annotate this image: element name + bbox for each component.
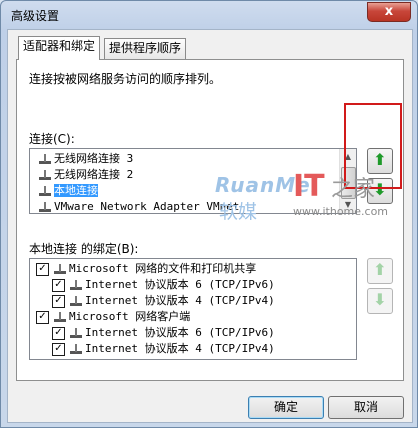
bindings-list[interactable]: ✓ Microsoft 网络的文件和打印机共享 ✓ Internet 协议版本 6 … bbox=[29, 258, 357, 360]
network-service-icon bbox=[53, 263, 67, 275]
binding-move-down-button[interactable]: ⬇ bbox=[367, 288, 393, 314]
network-adapter-icon bbox=[38, 185, 52, 197]
dialog-client-area: 适配器和绑定 提供程序顺序 连接按被网络服务访问的顺序排列。 连接(C): 无线… bbox=[7, 29, 413, 423]
binding-item[interactable]: ✓ Microsoft 网络的文件和打印机共享 bbox=[36, 261, 256, 277]
binding-move-up-button[interactable]: ⬆ bbox=[367, 258, 393, 284]
checkbox-checked[interactable]: ✓ bbox=[52, 278, 65, 292]
cancel-button[interactable]: 取消 bbox=[328, 396, 404, 419]
network-adapter-icon bbox=[38, 153, 52, 165]
watermark-url: www.ithome.com bbox=[293, 205, 389, 218]
checkbox-checked[interactable]: ✓ bbox=[52, 294, 65, 308]
binding-item[interactable]: ✓ Microsoft 网络客户端 bbox=[36, 309, 190, 325]
advanced-settings-window: 高级设置 x 适配器和绑定 提供程序顺序 连接按被网络服务访问的顺序排列。 连接… bbox=[0, 0, 418, 428]
network-adapter-icon bbox=[38, 201, 52, 213]
watermark-brand-cn: 软媒 bbox=[219, 201, 258, 223]
binding-item[interactable]: ✓ Internet 协议版本 4 (TCP/IPv4) bbox=[52, 341, 275, 357]
connections-label: 连接(C): bbox=[29, 132, 75, 146]
protocol-icon bbox=[69, 343, 83, 355]
description-text: 连接按被网络服务访问的顺序排列。 bbox=[29, 72, 222, 86]
close-button[interactable]: x bbox=[367, 2, 411, 22]
checkbox-checked[interactable]: ✓ bbox=[52, 342, 65, 356]
network-client-icon bbox=[53, 311, 67, 323]
bindings-label: 本地连接 的绑定(B): bbox=[29, 242, 139, 256]
protocol-icon bbox=[69, 327, 83, 339]
binding-item[interactable]: ✓ Internet 协议版本 4 (TCP/IPv4) bbox=[52, 293, 275, 309]
network-adapter-icon bbox=[38, 169, 52, 181]
checkbox-checked[interactable]: ✓ bbox=[52, 326, 65, 340]
watermark-it-logo: IT bbox=[293, 169, 325, 204]
window-title: 高级设置 bbox=[11, 9, 60, 23]
checkbox-checked[interactable]: ✓ bbox=[36, 310, 49, 324]
ok-button[interactable]: 确定 bbox=[248, 396, 324, 419]
checkbox-checked[interactable]: ✓ bbox=[36, 262, 49, 276]
watermark-it-cn: 之家 bbox=[331, 177, 376, 202]
binding-item[interactable]: ✓ Internet 协议版本 6 (TCP/IPv6) bbox=[52, 325, 275, 341]
connection-item[interactable]: 无线网络连接 3 bbox=[30, 151, 338, 167]
binding-item[interactable]: ✓ Internet 协议版本 6 (TCP/IPv6) bbox=[52, 277, 275, 293]
title-bar: 高级设置 x bbox=[1, 1, 417, 29]
connection-item[interactable]: VMware Network Adapter VMnet bbox=[30, 199, 338, 213]
protocol-icon bbox=[69, 279, 83, 291]
protocol-icon bbox=[69, 295, 83, 307]
tab-adapters-bindings[interactable]: 适配器和绑定 bbox=[18, 36, 101, 60]
tab-provider-order[interactable]: 提供程序顺序 bbox=[104, 38, 187, 59]
